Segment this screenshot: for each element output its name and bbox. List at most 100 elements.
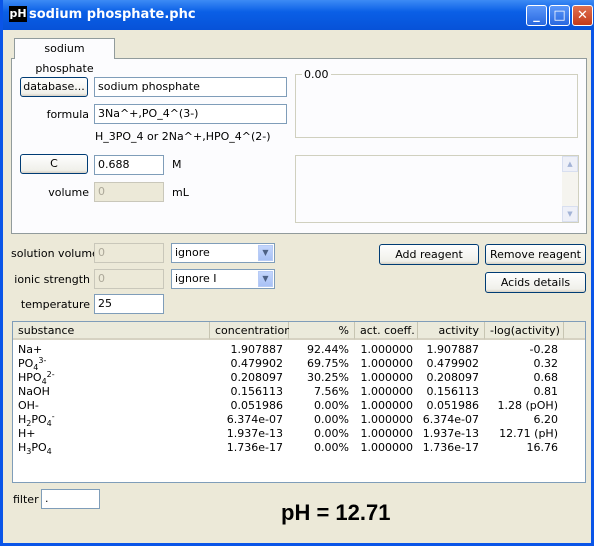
temperature-field[interactable]: 25: [94, 294, 164, 314]
substance-cell: HPO42-: [18, 370, 55, 386]
log-activity-cell: 0.32: [533, 357, 559, 370]
add-reagent-button[interactable]: Add reagent: [379, 244, 479, 265]
remove-reagent-button[interactable]: Remove reagent: [485, 244, 586, 265]
volume-field[interactable]: 0: [94, 182, 164, 202]
solution-volume-field[interactable]: 0: [94, 243, 164, 263]
percent-cell: 0.00%: [314, 427, 349, 440]
table-row[interactable]: NaOH 0.156113 7.56% 1.000000 0.156113 0.…: [13, 385, 585, 399]
column-act-coeff[interactable]: act. coeff.: [355, 322, 418, 340]
filter-label: filter: [13, 493, 39, 506]
ionic-strength-option: ignore I: [175, 272, 217, 285]
maximize-button[interactable]: □: [549, 5, 570, 26]
percent-cell: 92.44%: [307, 343, 349, 356]
log-activity-cell: 0.81: [533, 385, 559, 398]
concentration-cell: 1.736e-17: [226, 441, 283, 454]
act-coeff-cell: 1.000000: [360, 385, 414, 398]
log-activity-cell: 6.20: [533, 413, 559, 426]
percent-cell: 0.00%: [314, 399, 349, 412]
activity-cell: 1.907887: [426, 343, 480, 356]
ionic-strength-select[interactable]: ignore I ▼: [171, 269, 275, 289]
table-row[interactable]: Na+ 1.907887 92.44% 1.000000 1.907887 -0…: [13, 343, 585, 357]
concentration-cell: 6.374e-07: [226, 413, 283, 426]
concentration-button[interactable]: C: [20, 154, 88, 174]
log-activity-cell: 0.68: [533, 371, 559, 384]
log-activity-cell: 1.28 (pOH): [497, 399, 558, 412]
tab-sodium-phosphate[interactable]: sodium phosphate: [14, 38, 115, 75]
substance-cell: H3PO4: [18, 441, 52, 456]
act-coeff-cell: 1.000000: [360, 399, 414, 412]
volume-unit: mL: [172, 186, 189, 199]
log-activity-cell: 12.71 (pH): [499, 427, 558, 440]
reagent-name-field[interactable]: sodium phosphate: [94, 77, 287, 97]
table-row[interactable]: H2PO4- 6.374e-07 0.00% 1.000000 6.374e-0…: [13, 412, 585, 428]
percent-cell: 0.00%: [314, 441, 349, 454]
act-coeff-cell: 1.000000: [360, 413, 414, 426]
notes-area[interactable]: [295, 155, 579, 223]
results-table[interactable]: substance concentration % act. coeff. ac…: [12, 321, 586, 483]
table-row[interactable]: PO43- 0.479902 69.75% 1.000000 0.479902 …: [13, 356, 585, 372]
volume-label: volume: [48, 186, 89, 199]
substance-cell: OH-: [18, 399, 39, 412]
percent-cell: 0.00%: [314, 413, 349, 426]
ph-app-icon: pH: [9, 6, 27, 22]
concentration-field[interactable]: 0.688: [94, 155, 164, 175]
database-button[interactable]: database...: [20, 77, 88, 97]
app-window: pH sodium phosphate.phc _ □ ✕ sodium pho…: [0, 0, 594, 546]
column-substance[interactable]: substance: [13, 322, 210, 340]
act-coeff-cell: 1.000000: [360, 357, 414, 370]
activity-cell: 1.937e-13: [422, 427, 479, 440]
filter-field[interactable]: .: [41, 489, 100, 509]
scroll-up-icon[interactable]: ▲: [562, 156, 578, 172]
activity-cell: 0.051986: [426, 399, 480, 412]
concentration-cell: 0.051986: [230, 399, 284, 412]
solution-volume-select[interactable]: ignore ▼: [171, 243, 275, 263]
concentration-cell: 0.156113: [230, 385, 284, 398]
activity-cell: 0.479902: [426, 357, 480, 370]
table-row[interactable]: OH- 0.051986 0.00% 1.000000 0.051986 1.2…: [13, 399, 585, 413]
substance-cell: Na+: [18, 343, 43, 356]
percent-cell: 30.25%: [307, 371, 349, 384]
percent-cell: 7.56%: [314, 385, 349, 398]
table-row[interactable]: H3PO4 1.736e-17 0.00% 1.000000 1.736e-17…: [13, 441, 585, 456]
close-button[interactable]: ✕: [572, 5, 593, 26]
column-concentration[interactable]: concentration: [210, 322, 291, 340]
act-coeff-cell: 1.000000: [360, 441, 414, 454]
ph-result: pH = 12.71: [281, 500, 391, 525]
formula-label: formula: [46, 108, 89, 121]
scroll-down-icon[interactable]: ▼: [562, 206, 578, 222]
table-row[interactable]: HPO42- 0.208097 30.25% 1.000000 0.208097…: [13, 370, 585, 386]
minimize-button[interactable]: _: [526, 5, 547, 26]
concentration-cell: 1.907887: [230, 343, 284, 356]
log-activity-cell: 16.76: [526, 441, 559, 454]
formula-hint: H_3PO_4 or 2Na^+,HPO_4^(2-): [95, 130, 271, 143]
window-title: sodium phosphate.phc: [29, 7, 196, 22]
ionic-strength-field[interactable]: 0: [94, 269, 164, 289]
ionic-strength-label: ionic strength: [14, 273, 90, 286]
formula-field[interactable]: 3Na^+,PO_4^(3-): [94, 104, 287, 124]
concentration-cell: 0.479902: [230, 357, 284, 370]
substance-cell: H+: [18, 427, 36, 440]
solution-volume-option: ignore: [175, 246, 210, 259]
act-coeff-cell: 1.000000: [360, 343, 414, 356]
table-row[interactable]: H+ 1.937e-13 0.00% 1.000000 1.937e-13 12…: [13, 427, 585, 441]
temperature-label: temperature: [20, 298, 90, 311]
substance-cell: H2PO4-: [18, 412, 55, 428]
column-filler: [564, 322, 585, 340]
column-log-activity[interactable]: -log(activity): [485, 322, 564, 340]
act-coeff-cell: 1.000000: [360, 371, 414, 384]
concentration-cell: 1.937e-13: [226, 427, 283, 440]
column-activity[interactable]: activity: [418, 322, 485, 340]
result-group-box: [295, 74, 578, 138]
table-header: substance concentration % act. coeff. ac…: [13, 322, 585, 341]
column-percent[interactable]: %: [289, 322, 355, 340]
group-box-value: 0.00: [302, 68, 331, 81]
acids-details-button[interactable]: Acids details: [485, 272, 586, 293]
chevron-down-icon[interactable]: ▼: [258, 271, 273, 287]
notes-scrollbar[interactable]: ▲ ▼: [562, 156, 578, 222]
substance-cell: NaOH: [18, 385, 50, 398]
chevron-down-icon[interactable]: ▼: [258, 245, 273, 261]
activity-cell: 6.374e-07: [422, 413, 479, 426]
title-bar[interactable]: pH sodium phosphate.phc _ □ ✕: [3, 0, 594, 30]
percent-cell: 69.75%: [307, 357, 349, 370]
activity-cell: 1.736e-17: [422, 441, 479, 454]
